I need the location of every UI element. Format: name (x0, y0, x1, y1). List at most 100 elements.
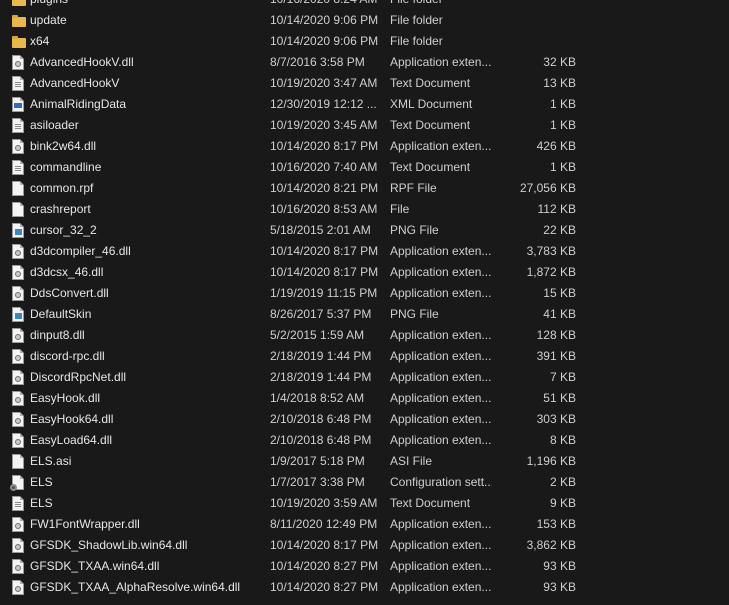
text-file-icon (10, 75, 26, 92)
file-row[interactable]: GFSDK_TXAA_AlphaResolve.win64.dll 10/14/2… (0, 577, 729, 598)
file-type: Text Document (390, 160, 471, 174)
file-row[interactable]: GFSDK_TXAA.win64.dll 10/14/2020 8:27 PM Ap… (0, 556, 729, 577)
file-name: ELS (30, 496, 53, 510)
file-row[interactable]: EasyHook64.dll 2/10/2018 6:48 PM Applicati… (0, 409, 729, 430)
file-row[interactable]: commandline 10/16/2020 7:40 AM Text Docume… (0, 157, 729, 178)
image-file-icon (10, 306, 26, 323)
file-name: common.rpf (30, 181, 94, 195)
file-size: 3,862 KB (526, 538, 576, 552)
file-name: d3dcsx_46.dll (30, 265, 104, 279)
file-row[interactable]: AdvancedHookV 10/19/2020 3:47 AM Text Docu… (0, 73, 729, 94)
file-date: 8/7/2016 3:58 PM (270, 55, 365, 69)
dll-file-icon (10, 579, 26, 596)
file-date: 5/18/2015 2:01 AM (270, 223, 371, 237)
file-row[interactable]: AnimalRidingData 12/30/2019 12:12 ... XML … (0, 94, 729, 115)
file-date: 10/19/2020 3:45 AM (270, 118, 378, 132)
file-size: 51 KB (543, 391, 576, 405)
file-row[interactable]: discord-rpc.dll 2/18/2019 1:44 PM Applicat… (0, 346, 729, 367)
file-date: 10/14/2020 8:17 PM (270, 139, 379, 153)
dll-file-icon (10, 390, 26, 407)
file-type: File (390, 202, 410, 216)
file-type: Application exten... (390, 349, 492, 363)
file-row[interactable]: asiloader 10/19/2020 3:45 AM Text Document… (0, 115, 729, 136)
file-date: 10/16/2020 8:24 AM (270, 0, 386, 10)
file-type: Application exten... (390, 517, 492, 531)
file-row[interactable]: cursor_32_2 5/18/2015 2:01 AM PNG File 22 K… (0, 220, 729, 241)
file-row[interactable]: update 10/14/2020 9:06 PM File folder (0, 10, 729, 31)
file-size: 32 KB (543, 55, 576, 69)
file-date: 10/14/2020 9:06 PM (270, 13, 379, 27)
file-size: 1 KB (549, 97, 576, 111)
file-name: EasyLoad64.dll (30, 433, 113, 447)
dll-file-icon (10, 138, 26, 155)
file-date: 1/19/2019 11:15 PM (270, 286, 378, 300)
file-date: 10/14/2020 8:21 PM (270, 181, 379, 195)
folder-icon (10, 12, 26, 29)
file-row[interactable]: d3dcompiler_46.dll 10/14/2020 8:17 PM Appl… (0, 241, 729, 262)
file-row[interactable]: crashreport 10/16/2020 8:53 AM File 112 KB (0, 199, 729, 220)
file-row[interactable]: plugins 10/16/2020 8:24 AM File folder (0, 0, 729, 10)
file-size: 1 KB (549, 118, 576, 132)
generic-file-icon (10, 201, 26, 218)
file-row[interactable]: DiscordRpcNet.dll 2/18/2019 1:44 PM Applic… (0, 367, 729, 388)
file-row[interactable]: AdvancedHookV.dll 8/7/2016 3:58 PM Applica… (0, 52, 729, 73)
file-row[interactable]: DdsConvert.dll 1/19/2019 11:15 PM Applicat… (0, 283, 729, 304)
file-list[interactable]: plugins 10/16/2020 8:24 AM File folder upd… (0, 0, 729, 598)
file-size: 7 KB (549, 370, 576, 384)
file-row[interactable]: x64 10/14/2020 9:06 PM File folder (0, 31, 729, 52)
file-type: RPF File (390, 181, 437, 195)
xml-file-icon (10, 96, 26, 113)
file-row[interactable]: EasyLoad64.dll 2/10/2018 6:48 PM Applicati… (0, 430, 729, 451)
file-name: plugins (30, 0, 266, 10)
dll-file-icon (10, 285, 26, 302)
dll-file-icon (10, 432, 26, 449)
file-date: 10/14/2020 8:27 PM (270, 559, 379, 573)
file-row[interactable]: ELS.asi 1/9/2017 5:18 PM ASI File 1,196 KB (0, 451, 729, 472)
file-name: ELS (30, 475, 53, 489)
file-size: 15 KB (543, 286, 576, 300)
file-size: 1,872 KB (526, 265, 576, 279)
dll-file-icon (10, 327, 26, 344)
file-name: GFSDK_ShadowLib.win64.dll (30, 538, 188, 552)
file-type: File folder (390, 0, 492, 10)
file-date: 1/4/2018 8:52 AM (270, 391, 365, 405)
file-type: Application exten... (390, 391, 492, 405)
file-row[interactable]: bink2w64.dll 10/14/2020 8:17 PM Applicatio… (0, 136, 729, 157)
file-name: GFSDK_TXAA_AlphaResolve.win64.dll (30, 580, 241, 594)
file-size: 426 KB (536, 139, 576, 153)
file-row[interactable]: dinput8.dll 5/2/2015 1:59 AM Application e… (0, 325, 729, 346)
file-name: update (30, 13, 67, 27)
text-file-icon (10, 159, 26, 176)
file-date: 8/26/2017 5:37 PM (270, 307, 372, 321)
file-row[interactable]: EasyHook.dll 1/4/2018 8:52 AM Application … (0, 388, 729, 409)
file-row[interactable]: GFSDK_ShadowLib.win64.dll 10/14/2020 8:17… (0, 535, 729, 556)
folder-icon (10, 0, 26, 8)
file-row[interactable]: d3dcsx_46.dll 10/14/2020 8:17 PM Applicati… (0, 262, 729, 283)
dll-file-icon (10, 54, 26, 71)
file-size: 391 KB (536, 349, 576, 363)
file-type: File folder (390, 13, 443, 27)
file-date: 8/11/2020 12:49 PM (270, 517, 378, 531)
file-size: 93 KB (543, 559, 576, 573)
file-size: 112 KB (537, 202, 576, 216)
file-type: Application exten... (390, 538, 492, 552)
generic-file-icon (10, 180, 26, 197)
text-file-icon (10, 117, 26, 134)
file-date: 10/14/2020 8:17 PM (270, 265, 379, 279)
file-name: d3dcompiler_46.dll (30, 244, 131, 258)
file-row[interactable]: FW1FontWrapper.dll 8/11/2020 12:49 PM Appl… (0, 514, 729, 535)
generic-file-icon (10, 453, 26, 470)
file-type: Application exten... (390, 139, 492, 153)
file-size: 1 KB (549, 160, 576, 174)
file-size: 27,056 KB (519, 181, 576, 195)
file-row[interactable]: common.rpf 10/14/2020 8:21 PM RPF File 27,0… (0, 178, 729, 199)
dll-file-icon (10, 369, 26, 386)
file-name: x64 (30, 34, 50, 48)
file-size: 93 KB (543, 580, 576, 594)
file-row[interactable]: ELS 1/7/2017 3:38 PM Configuration sett...… (0, 472, 729, 493)
dll-file-icon (10, 243, 26, 260)
file-row[interactable]: ELS 10/19/2020 3:59 AM Text Document 9 KB (0, 493, 729, 514)
file-row[interactable]: DefaultSkin 8/26/2017 5:37 PM PNG File 41 K… (0, 304, 729, 325)
file-name: DefaultSkin (30, 307, 92, 321)
file-type: Configuration sett... (390, 475, 492, 489)
